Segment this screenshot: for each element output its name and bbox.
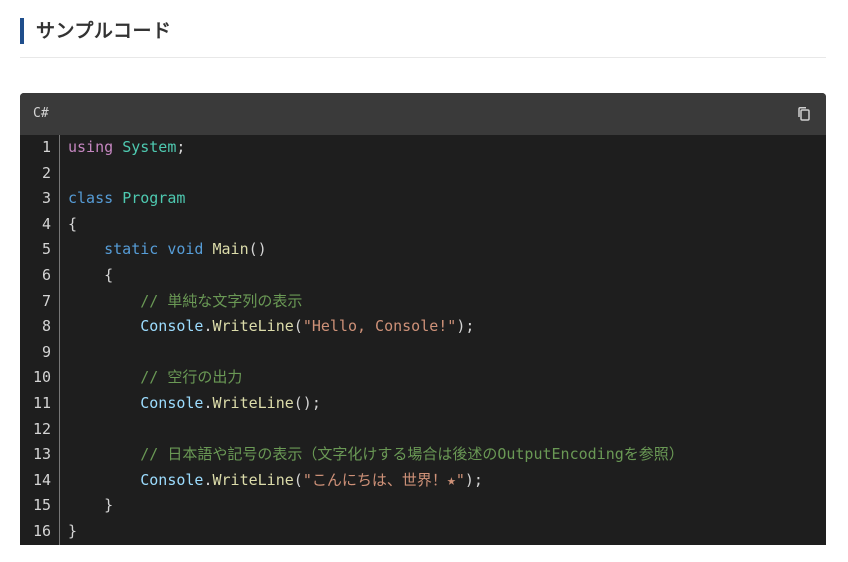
code-line: class Program (68, 186, 185, 212)
code-token: Console (140, 470, 204, 489)
code-token: Console (140, 317, 204, 336)
code-token: . (203, 317, 213, 336)
code-token: . (203, 470, 213, 489)
code-token: ( (293, 317, 303, 336)
code-line: // 日本語や記号の表示（文字化けする場合は後述のOutputEncodingを… (68, 442, 684, 468)
code-token: "Hello, Console!" (302, 317, 457, 336)
line-number: 16 (32, 522, 51, 540)
code-token: (); (293, 394, 321, 412)
code-token: WriteLine (212, 470, 294, 489)
line-number: 12 (32, 419, 51, 438)
code-line: { (68, 212, 77, 238)
code-line: } (68, 493, 113, 519)
line-number: 2 (41, 163, 51, 182)
line-number: 5 (41, 240, 51, 259)
code-token: { (68, 214, 78, 233)
code-token: Console (140, 394, 204, 412)
code-token: () (248, 240, 267, 259)
code-token: } (68, 522, 78, 540)
code-line: static void Main() (68, 237, 267, 263)
code-line: { (68, 263, 113, 289)
code-line: using System; (68, 135, 185, 161)
code-token: class (68, 189, 114, 208)
code-token: ); (464, 470, 483, 489)
code-block: C# 1 2 3 4 5 6 7 8 9 10 11 12 13 14 15 16 using System;… (20, 93, 826, 545)
code-lines: using System; class Program { static void … (68, 135, 818, 545)
heading-accent-bar (20, 18, 24, 44)
code-block-header: C# (20, 93, 826, 135)
line-number: 10 (32, 368, 51, 387)
line-number: 14 (32, 470, 51, 489)
code-token: "こんにちは、世界！★" (302, 470, 465, 489)
code-body: 1 2 3 4 5 6 7 8 9 10 11 12 13 14 15 16 using System; cla… (20, 135, 826, 545)
line-number: 8 (41, 317, 51, 336)
code-line: Console.WriteLine("Hello, Console!"); (68, 314, 474, 340)
code-token: // 単純な文字列の表示 (140, 291, 303, 310)
line-number: 6 (41, 266, 51, 284)
code-line: // 単純な文字列の表示 (68, 289, 302, 315)
code-line: Console.WriteLine(); (68, 391, 321, 417)
code-token: // 空行の出力 (140, 368, 243, 387)
code-token: void (167, 240, 204, 259)
code-line: // 空行の出力 (68, 365, 242, 391)
code-token: Program (122, 189, 186, 208)
line-number: 7 (41, 291, 51, 310)
code-token: Main (212, 240, 249, 259)
line-number: 15 (32, 496, 51, 515)
line-number: 11 (32, 394, 51, 412)
language-label: C# (33, 106, 49, 121)
code-token: ; (176, 138, 186, 156)
line-number: 1 (41, 138, 51, 156)
code-token: { (68, 266, 114, 284)
section-heading: サンプルコード (20, 16, 826, 58)
code-token: } (68, 496, 114, 515)
code-token: static (104, 240, 159, 259)
code-token: ); (456, 317, 475, 336)
code-token: . (203, 394, 213, 412)
line-number: 9 (41, 342, 51, 361)
code-line: Console.WriteLine("こんにちは、世界！★"); (68, 468, 483, 494)
code-token: WriteLine (212, 394, 294, 412)
code-token: // 日本語や記号の表示（文字化けする場合は後述のOutputEncodingを… (140, 445, 684, 464)
copy-icon (798, 107, 810, 121)
section-title: サンプルコード (36, 20, 172, 42)
code-token: System (122, 138, 177, 156)
copy-button[interactable] (794, 104, 814, 124)
line-number: 3 (41, 189, 51, 208)
code-line: } (68, 519, 77, 545)
line-number: 4 (41, 214, 51, 233)
code-token: ( (293, 470, 303, 489)
code-token: using (68, 138, 114, 156)
line-number-gutter: 1 2 3 4 5 6 7 8 9 10 11 12 13 14 15 16 (20, 135, 60, 545)
code-token: WriteLine (212, 317, 294, 336)
line-number: 13 (32, 445, 51, 464)
